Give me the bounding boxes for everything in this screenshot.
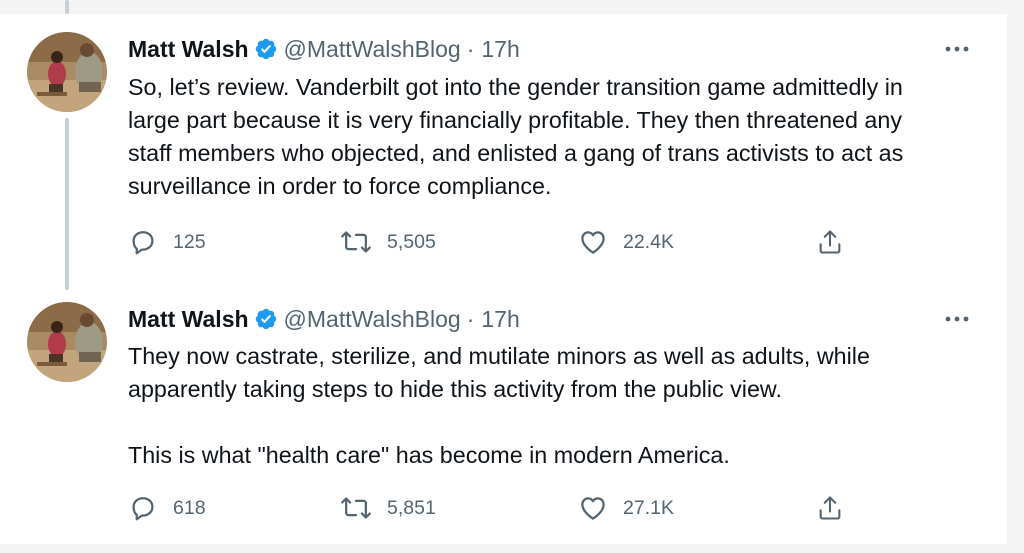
more-options-icon[interactable] bbox=[943, 38, 971, 60]
tweet[interactable]: Matt Walsh @MattWalshBlog · 17h So, let’… bbox=[0, 14, 1007, 284]
share-button[interactable] bbox=[816, 226, 844, 258]
reply-button[interactable]: 618 bbox=[128, 492, 206, 524]
tweet-header: Matt Walsh @MattWalshBlog · 17h bbox=[128, 34, 520, 64]
separator-dot: · bbox=[466, 36, 475, 62]
reply-count: 618 bbox=[173, 496, 206, 519]
share-icon bbox=[816, 493, 844, 523]
timestamp[interactable]: 17h bbox=[481, 304, 519, 334]
like-count: 27.1K bbox=[623, 496, 674, 519]
like-button[interactable]: 22.4K bbox=[578, 226, 674, 258]
retweet-button[interactable]: 5,505 bbox=[340, 226, 436, 258]
like-icon bbox=[578, 493, 608, 523]
share-icon bbox=[816, 227, 844, 257]
reply-count: 125 bbox=[173, 230, 206, 253]
retweet-count: 5,851 bbox=[387, 496, 436, 519]
author-handle[interactable]: @MattWalshBlog bbox=[284, 34, 461, 64]
like-count: 22.4K bbox=[623, 230, 674, 253]
retweet-count: 5,505 bbox=[387, 230, 436, 253]
bottom-divider bbox=[0, 544, 1007, 553]
tweet-thread: Matt Walsh @MattWalshBlog · 17h So, let’… bbox=[0, 0, 1007, 553]
verified-badge-icon bbox=[254, 37, 278, 61]
tweet[interactable]: Matt Walsh @MattWalshBlog · 17h They now… bbox=[0, 284, 1007, 544]
author-handle[interactable]: @MattWalshBlog bbox=[284, 304, 461, 334]
share-button[interactable] bbox=[816, 492, 844, 524]
author-name[interactable]: Matt Walsh bbox=[128, 34, 249, 64]
verified-badge-icon bbox=[254, 307, 278, 331]
reply-button[interactable]: 125 bbox=[128, 226, 206, 258]
like-icon bbox=[578, 227, 608, 257]
retweet-icon bbox=[340, 493, 372, 523]
retweet-icon bbox=[340, 227, 372, 257]
avatar[interactable] bbox=[27, 302, 107, 382]
retweet-button[interactable]: 5,851 bbox=[340, 492, 436, 524]
separator-dot: · bbox=[466, 306, 475, 332]
reply-icon bbox=[128, 227, 158, 257]
tweet-text: They now castrate, sterilize, and mutila… bbox=[128, 343, 870, 468]
tweet-header: Matt Walsh @MattWalshBlog · 17h bbox=[128, 304, 520, 334]
like-button[interactable]: 27.1K bbox=[578, 492, 674, 524]
thread-connector-top bbox=[65, 0, 69, 14]
author-name[interactable]: Matt Walsh bbox=[128, 304, 249, 334]
tweet-text: So, let’s review. Vanderbilt got into th… bbox=[128, 74, 904, 199]
reply-icon bbox=[128, 493, 158, 523]
timestamp[interactable]: 17h bbox=[481, 34, 519, 64]
avatar[interactable] bbox=[27, 32, 107, 112]
tweet-actions: 125 5,505 22.4K bbox=[128, 226, 848, 258]
top-divider bbox=[0, 0, 1007, 14]
more-options-icon[interactable] bbox=[943, 308, 971, 330]
tweet-actions: 618 5,851 27.1K bbox=[128, 492, 848, 524]
